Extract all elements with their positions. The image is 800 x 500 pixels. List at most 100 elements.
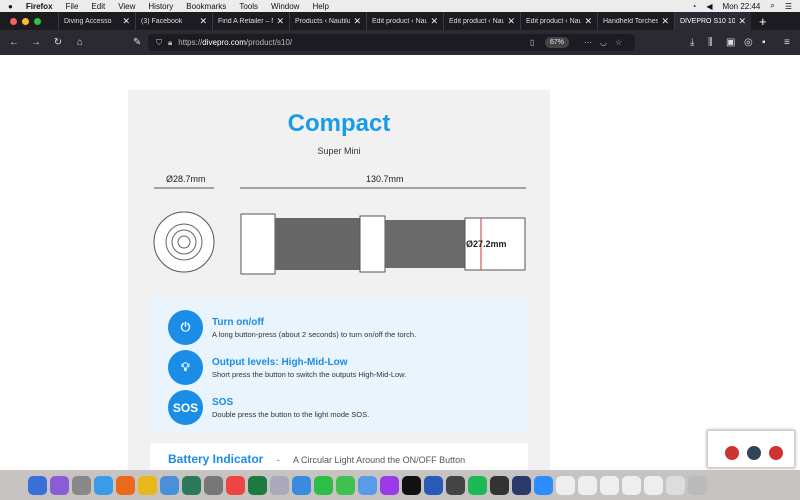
- shield-icon[interactable]: ⛉: [156, 38, 162, 48]
- sidebar-icon[interactable]: ▣: [726, 37, 735, 48]
- skype-icon[interactable]: [358, 475, 377, 495]
- sos-icon: SOS: [168, 390, 203, 425]
- menu-history[interactable]: History: [148, 2, 173, 11]
- document-icon[interactable]: [644, 475, 663, 495]
- flashlight-drawing: [153, 187, 526, 275]
- system-preferences-icon[interactable]: [204, 475, 223, 495]
- wifi-icon[interactable]: ◔: [692, 2, 697, 11]
- close-icon[interactable]: ✕: [276, 16, 284, 27]
- new-tab-button[interactable]: +: [759, 14, 767, 29]
- close-icon[interactable]: ✕: [507, 16, 515, 27]
- lock-icon[interactable]: 🔒︎: [168, 38, 172, 48]
- menu-window[interactable]: Window: [271, 2, 299, 11]
- safari-icon[interactable]: [94, 475, 113, 495]
- word-icon[interactable]: [424, 475, 443, 495]
- tab[interactable]: Diving Accesso ✕: [58, 12, 135, 30]
- bookmark-star-icon[interactable]: ☆: [615, 38, 622, 47]
- document-icon[interactable]: [556, 475, 575, 495]
- home-button[interactable]: ⌂: [72, 37, 88, 48]
- reload-button[interactable]: ↻: [50, 37, 66, 48]
- podcasts-icon[interactable]: [380, 475, 399, 495]
- menu-help[interactable]: Help: [312, 2, 328, 11]
- launchpad-icon[interactable]: [72, 475, 91, 495]
- close-icon[interactable]: ✕: [584, 16, 592, 27]
- reader-view-icon[interactable]: ▯: [530, 38, 534, 47]
- firefox-icon[interactable]: [116, 475, 135, 495]
- menu-tools[interactable]: Tools: [239, 2, 258, 11]
- mail-icon[interactable]: [160, 475, 179, 495]
- app-icon[interactable]: [446, 475, 465, 495]
- zoom-level[interactable]: 67%: [545, 37, 570, 48]
- tab-active[interactable]: DIVEPRO S10 1000✕: [674, 12, 751, 30]
- minimize-window-button[interactable]: [22, 17, 29, 25]
- clock[interactable]: Mon 22:44: [723, 2, 761, 11]
- back-button[interactable]: ←: [6, 37, 22, 48]
- extension-icon[interactable]: ▪: [762, 37, 766, 48]
- zoom-icon[interactable]: [534, 475, 553, 495]
- whatsapp-icon[interactable]: [314, 475, 333, 495]
- close-icon[interactable]: ✕: [738, 16, 746, 27]
- document-icon[interactable]: [600, 475, 619, 495]
- tab-label: Handheld Torches: [603, 17, 659, 25]
- body-diameter: Ø27.2mm: [466, 239, 507, 249]
- close-icon[interactable]: ✕: [199, 16, 207, 27]
- siri-icon[interactable]: [50, 475, 69, 495]
- appstore-icon[interactable]: [292, 475, 311, 495]
- close-icon[interactable]: ✕: [661, 16, 669, 27]
- tab[interactable]: Handheld Torches ✕: [597, 12, 674, 30]
- apple-icon[interactable]: ●: [8, 2, 13, 11]
- more-icon[interactable]: ⋯: [584, 38, 592, 47]
- page-title: Compact: [287, 110, 391, 137]
- close-window-button[interactable]: [10, 17, 17, 25]
- app-icon[interactable]: [512, 475, 531, 495]
- volume-icon[interactable]: ◀: [706, 2, 712, 11]
- menu-edit[interactable]: Edit: [91, 2, 105, 11]
- maximize-window-button[interactable]: [34, 17, 41, 25]
- tab-label: Edit product ‹ Naut: [526, 17, 582, 25]
- close-icon[interactable]: ✕: [353, 16, 361, 27]
- wrench-icon[interactable]: ✎: [133, 37, 141, 48]
- trash-icon[interactable]: [688, 475, 707, 495]
- battery-desc: A Circular Light Around the ON/OFF Butto…: [293, 455, 466, 465]
- tab-label: Edit product ‹ Naut: [372, 17, 428, 25]
- tab[interactable]: Edit product ‹ Naut ✕: [366, 12, 443, 30]
- tab[interactable]: Products ‹ Nautilus ✕: [289, 12, 366, 30]
- menu-file[interactable]: File: [66, 2, 79, 11]
- pocket-icon[interactable]: ◡: [600, 38, 607, 47]
- forward-button[interactable]: →: [28, 37, 44, 48]
- excel-icon[interactable]: [248, 475, 267, 495]
- preview-icon[interactable]: [270, 475, 289, 495]
- document-icon[interactable]: [666, 475, 685, 495]
- download-icon[interactable]: ⤓: [690, 37, 694, 48]
- tab[interactable]: Find A Retailer – Na✕: [212, 12, 289, 30]
- chrome-icon[interactable]: [138, 475, 157, 495]
- close-icon[interactable]: ✕: [122, 16, 130, 27]
- feature-output-levels: 💡︎ Output levels: High-Mid-Low Short pres…: [168, 350, 406, 385]
- tab[interactable]: Edit product ‹ Naut ✕: [443, 12, 520, 30]
- feature-desc: Double press the button to the light mod…: [212, 409, 370, 419]
- calendar-icon[interactable]: [226, 475, 245, 495]
- bulb-icon: 💡︎: [168, 350, 203, 385]
- tab[interactable]: Edit product ‹ Naut ✕: [520, 12, 597, 30]
- menu-bookmarks[interactable]: Bookmarks: [186, 2, 226, 11]
- menu-app[interactable]: Firefox: [26, 2, 53, 11]
- apple-tv-icon[interactable]: [402, 475, 421, 495]
- document-icon[interactable]: [578, 475, 597, 495]
- messages-icon[interactable]: [336, 475, 355, 495]
- close-icon[interactable]: ✕: [430, 16, 438, 27]
- menu-view[interactable]: View: [118, 2, 135, 11]
- time-machine-icon[interactable]: [182, 475, 201, 495]
- menu-list-icon[interactable]: ☰: [785, 2, 792, 11]
- spotify-icon[interactable]: [468, 475, 487, 495]
- account-icon[interactable]: ◎: [744, 37, 753, 48]
- search-icon[interactable]: ⌕: [770, 1, 774, 11]
- page-content: Compact Super Mini Ø28.7mm 130.7mm Ø27.2…: [0, 55, 800, 470]
- url-bar[interactable]: ⛉ 🔒︎ https://divepro.com/product/s10/ ▯ …: [148, 34, 635, 51]
- library-icon[interactable]: ⫼: [708, 37, 713, 48]
- app-icon[interactable]: [490, 475, 509, 495]
- document-icon[interactable]: [622, 475, 641, 495]
- finder-icon[interactable]: [28, 475, 47, 495]
- hamburger-menu-icon[interactable]: ≡: [784, 37, 790, 48]
- screenshot-thumbnail[interactable]: [707, 430, 795, 468]
- tab[interactable]: (3) Facebook ✕: [135, 12, 212, 30]
